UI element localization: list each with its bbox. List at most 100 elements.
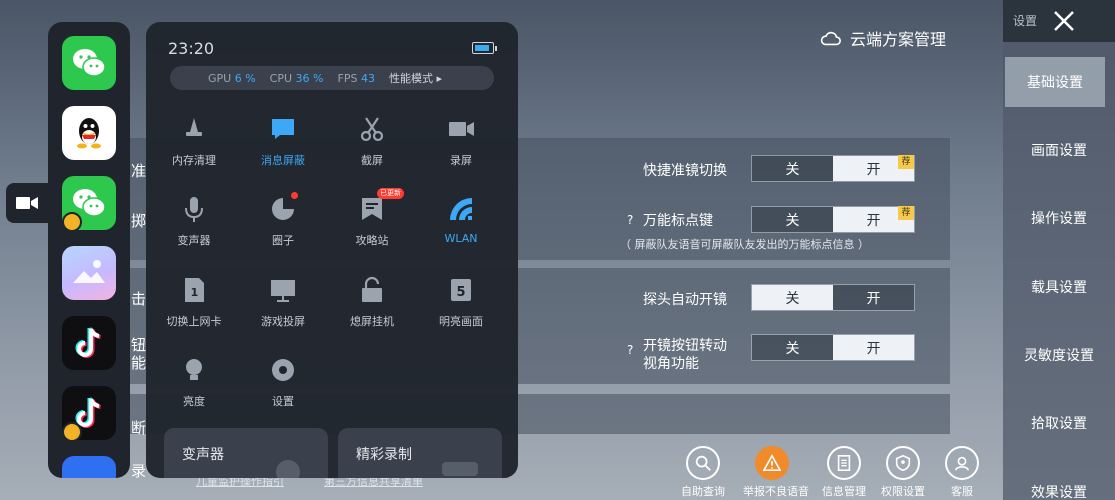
toggle-off[interactable]: 关 bbox=[752, 207, 833, 232]
game-assistant-panel: 23:20 GPU 6 % CPU 36 % FPS 43 性能模式 ▸ 内存清… bbox=[146, 22, 518, 478]
tool-label: 切换上网卡 bbox=[166, 315, 222, 328]
settings-title: 设置 bbox=[1013, 14, 1038, 28]
row-label-scope-rotate-2: 视角功能 bbox=[643, 356, 699, 372]
row-label-mark-key: 万能标点键 bbox=[643, 213, 713, 229]
self-service-query-button[interactable]: 自助查询 bbox=[674, 446, 732, 499]
toggle-off[interactable]: 关 bbox=[752, 156, 833, 181]
app-wechat[interactable] bbox=[62, 36, 116, 90]
toggle-on[interactable]: 开荐 bbox=[833, 206, 914, 232]
nav-display-settings[interactable]: 画面设置 bbox=[1003, 125, 1115, 175]
app-tiktok[interactable] bbox=[62, 316, 116, 370]
partial-label: 准 bbox=[131, 162, 147, 180]
qq-icon bbox=[77, 118, 101, 149]
toggle-off[interactable]: 关 bbox=[752, 335, 833, 360]
tool-label: WLAN bbox=[444, 232, 478, 245]
tool-screen-record[interactable]: 录屏 bbox=[416, 112, 506, 168]
tool-label: 录屏 bbox=[450, 154, 472, 167]
floating-app-dock bbox=[48, 22, 130, 478]
nav-controls-settings[interactable]: 操作设置 bbox=[1003, 193, 1115, 243]
gpu-stat: GPU 6 % bbox=[208, 71, 256, 85]
tiktok-icon bbox=[75, 327, 101, 358]
updated-badge: 已更新 bbox=[377, 188, 404, 199]
settings-sidebar: 设置 基础设置 画面设置 操作设置 载具设置 灵敏度设置 拾取设置 效果设置 bbox=[1003, 0, 1115, 500]
scissors-icon bbox=[360, 117, 384, 142]
card-title: 精彩录制 bbox=[356, 447, 412, 463]
toggle-on[interactable]: 开 bbox=[833, 285, 914, 310]
clock: 23:20 bbox=[168, 39, 215, 58]
tool-voice-changer[interactable]: 变声器 bbox=[149, 192, 239, 248]
app-gallery[interactable] bbox=[62, 246, 116, 300]
help-icon[interactable]: ? bbox=[627, 213, 633, 227]
tool-bright-display[interactable]: 5 明亮画面 bbox=[416, 273, 506, 329]
app-partial[interactable] bbox=[62, 456, 116, 478]
tool-guide-station[interactable]: 已更新 攻略站 bbox=[327, 188, 417, 248]
tool-game-cast[interactable]: 游戏投屏 bbox=[238, 273, 328, 329]
battery-icon bbox=[472, 42, 497, 54]
card-toggle[interactable] bbox=[442, 462, 478, 476]
customer-service-button[interactable]: 客服 bbox=[933, 446, 991, 499]
card-toggle[interactable] bbox=[276, 460, 300, 478]
wechat-icon bbox=[73, 49, 106, 77]
tool-wlan[interactable]: WLAN bbox=[416, 192, 506, 245]
wifi-icon bbox=[450, 198, 472, 220]
recommended-badge: 荐 bbox=[898, 155, 914, 169]
toggle-off[interactable]: 关 bbox=[752, 285, 833, 310]
brightness-icon: 5 bbox=[451, 279, 471, 301]
nav-sensitivity-settings[interactable]: 灵敏度设置 bbox=[1003, 330, 1115, 380]
lock-icon bbox=[362, 276, 382, 302]
tool-memory-clean[interactable]: 内存清理 bbox=[149, 112, 239, 168]
report-voice-button[interactable]: 举报不良语音 bbox=[743, 446, 809, 499]
permission-settings-button[interactable]: 权限设置 bbox=[874, 446, 932, 499]
app-qq[interactable] bbox=[62, 106, 116, 160]
notification-dot bbox=[291, 192, 298, 199]
performance-mode[interactable]: 性能模式 ▸ bbox=[389, 70, 442, 86]
tool-label: 截屏 bbox=[361, 154, 383, 167]
row-label-peek-scope: 探头自动开镜 bbox=[643, 292, 727, 308]
highlight-record-card[interactable]: 精彩录制 bbox=[338, 428, 502, 478]
partial-label: 击 bbox=[131, 290, 147, 308]
tool-label: 游戏投屏 bbox=[261, 315, 305, 328]
cloud-icon bbox=[820, 31, 841, 46]
performance-bar[interactable]: GPU 6 % CPU 36 % FPS 43 性能模式 ▸ bbox=[170, 66, 494, 90]
gallery-icon bbox=[73, 260, 105, 283]
microphone-icon bbox=[185, 197, 203, 222]
gear-icon bbox=[272, 359, 294, 381]
toggle-scope-rotate[interactable]: 关 开 bbox=[751, 334, 915, 361]
toggle-on[interactable]: 开 bbox=[833, 335, 914, 360]
voice-changer-card[interactable]: 变声器 bbox=[164, 428, 328, 478]
tool-switch-sim[interactable]: 1 切换上网卡 bbox=[149, 273, 239, 329]
bottom-icon-label: 举报不良语音 bbox=[743, 485, 809, 498]
card-title: 变声器 bbox=[182, 447, 224, 463]
bottom-icon-label: 信息管理 bbox=[822, 485, 866, 498]
bulb-icon bbox=[186, 359, 202, 380]
search-icon bbox=[695, 455, 711, 471]
cloud-plan-label: 云端方案管理 bbox=[850, 30, 947, 49]
toggle-mark-key[interactable]: 关 开荐 bbox=[751, 206, 915, 233]
sim-card-icon: 1 bbox=[185, 278, 204, 302]
nav-effect-settings[interactable]: 效果设置 bbox=[1003, 467, 1115, 500]
bottom-icon-label: 权限设置 bbox=[881, 485, 925, 498]
partial-label: 能 bbox=[131, 354, 147, 372]
tool-brightness[interactable]: 亮度 bbox=[149, 353, 239, 409]
toggle-on[interactable]: 开荐 bbox=[833, 155, 914, 181]
nav-pickup-settings[interactable]: 拾取设置 bbox=[1003, 398, 1115, 448]
tool-circle[interactable]: 圈子 bbox=[238, 192, 328, 248]
tool-label: 设置 bbox=[272, 395, 294, 408]
clone-badge-icon bbox=[62, 422, 82, 442]
tool-settings[interactable]: 设置 bbox=[238, 353, 328, 409]
tool-label: 内存清理 bbox=[172, 154, 216, 167]
tool-screen-off-idle[interactable]: 熄屏挂机 bbox=[327, 273, 417, 329]
message-block-icon bbox=[272, 119, 294, 139]
tool-message-block[interactable]: 消息屏蔽 bbox=[238, 112, 328, 168]
toggle-peek-scope[interactable]: 关 开 bbox=[751, 284, 915, 311]
svg-text:5: 5 bbox=[456, 285, 465, 300]
tool-screenshot[interactable]: 截屏 bbox=[327, 112, 417, 168]
close-icon[interactable] bbox=[1049, 6, 1079, 36]
nav-basic-settings[interactable]: 基础设置 bbox=[1005, 57, 1105, 107]
toggle-scope-switch[interactable]: 关 开荐 bbox=[751, 155, 915, 182]
info-management-button[interactable]: 信息管理 bbox=[815, 446, 873, 499]
cloud-plan-management[interactable]: 云端方案管理 bbox=[820, 26, 946, 50]
nav-vehicle-settings[interactable]: 载具设置 bbox=[1003, 262, 1115, 312]
help-icon[interactable]: ? bbox=[627, 343, 633, 357]
screen-record-tab[interactable] bbox=[6, 183, 48, 223]
